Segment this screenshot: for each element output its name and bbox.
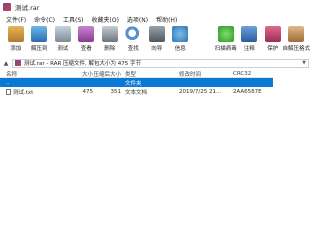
row-name: 测试.txt xyxy=(13,89,34,96)
list-item-parent-folder[interactable]: .. 文件夹 xyxy=(0,78,273,87)
protect-label: 保护 xyxy=(267,46,279,52)
archive-icon xyxy=(15,60,21,66)
row-crc: 2AA6587E xyxy=(233,88,262,95)
up-folder-button[interactable]: ▲ xyxy=(0,58,12,68)
wizard-label: 向导 xyxy=(151,46,163,52)
list-header: 名称 大小 压缩后大小 类型 修改时间 CRC32 xyxy=(0,70,273,78)
list-item-file[interactable]: 测试.txt 475 351 文本文档 2019/7/25 21... 2AA6… xyxy=(0,87,273,96)
comment-label: 注释 xyxy=(243,46,255,52)
info-button[interactable]: 信息 xyxy=(169,25,193,56)
row-size: 475 xyxy=(82,88,94,95)
row-packed: 351 xyxy=(110,88,122,95)
window-title: 测试.rar xyxy=(15,4,40,12)
protect-button[interactable]: 保护 xyxy=(261,25,285,56)
protect-icon xyxy=(264,26,281,42)
add-button[interactable]: 添加 xyxy=(4,25,28,56)
list-scroll-area xyxy=(273,70,310,218)
sfx-label: 自解压格式 xyxy=(282,46,311,52)
text-file-icon xyxy=(6,88,11,95)
test-label: 测试 xyxy=(57,46,69,52)
row-type: 文本文档 xyxy=(125,89,148,96)
comment-icon xyxy=(241,26,258,42)
sfx-button[interactable]: 自解压格式 xyxy=(282,25,311,56)
virus-scan-button[interactable]: 扫描病毒 xyxy=(214,25,238,56)
extract-to-button[interactable]: 解压到 xyxy=(28,25,52,56)
menu-help[interactable]: 帮助(H) xyxy=(156,15,177,24)
menu-bar: 文件(F) 命令(C) 工具(S) 收藏夹(O) 选项(N) 帮助(H) xyxy=(0,14,310,24)
comment-button[interactable]: 注释 xyxy=(238,25,262,56)
winrar-app-icon xyxy=(3,3,11,11)
address-field[interactable]: 测试.rar - RAR 压缩文件, 解包大小为 475 字节 ▼ xyxy=(12,58,309,68)
row-name-cell: 测试.txt xyxy=(0,88,66,96)
test-icon xyxy=(54,26,71,42)
info-icon xyxy=(172,26,189,42)
column-size[interactable]: 大小 xyxy=(66,70,93,78)
file-list: 名称 大小 压缩后大小 类型 修改时间 CRC32 .. 文件夹 测试.txt … xyxy=(0,70,273,218)
find-icon xyxy=(125,26,142,42)
delete-icon xyxy=(101,26,118,42)
row-modified: 2019/7/25 21... xyxy=(179,88,222,95)
column-crc32[interactable]: CRC32 xyxy=(233,71,267,77)
address-text: 测试.rar - RAR 压缩文件, 解包大小为 475 字节 xyxy=(24,61,142,67)
delete-button[interactable]: 删除 xyxy=(98,25,122,56)
virus-scan-icon xyxy=(217,26,234,42)
view-label: 查看 xyxy=(80,46,92,52)
view-icon xyxy=(78,26,95,42)
menu-tools[interactable]: 工具(S) xyxy=(63,15,84,24)
address-bar: ▲ 测试.rar - RAR 压缩文件, 解包大小为 475 字节 ▼ xyxy=(0,58,310,68)
add-icon xyxy=(7,26,24,42)
title-bar: 测试.rar xyxy=(0,0,310,14)
virus-scan-label: 扫描病毒 xyxy=(214,46,237,52)
find-button[interactable]: 查找 xyxy=(122,25,146,56)
test-button[interactable]: 测试 xyxy=(51,25,75,56)
delete-label: 删除 xyxy=(104,46,116,52)
menu-file[interactable]: 文件(F) xyxy=(6,15,26,24)
chevron-down-icon[interactable]: ▼ xyxy=(302,60,306,66)
row-name: .. xyxy=(6,79,10,86)
menu-favorites[interactable]: 收藏夹(O) xyxy=(92,15,119,24)
toolbar: 添加 解压到 测试 查看 删除 查找 向导 信息 扫描病毒 注释 保护 自解压格… xyxy=(0,25,310,56)
wizard-button[interactable]: 向导 xyxy=(145,25,169,56)
wizard-icon xyxy=(148,26,165,42)
row-type: 文件夹 xyxy=(125,80,142,87)
info-label: 信息 xyxy=(174,46,186,52)
extract-label: 解压到 xyxy=(30,46,48,52)
up-arrow-icon: ▲ xyxy=(3,59,9,67)
extract-icon xyxy=(31,26,48,42)
add-label: 添加 xyxy=(10,46,22,52)
column-type[interactable]: 类型 xyxy=(121,70,179,78)
menu-options[interactable]: 选项(N) xyxy=(127,15,148,24)
menu-commands[interactable]: 命令(C) xyxy=(34,15,55,24)
column-packed[interactable]: 压缩后大小 xyxy=(93,70,121,78)
column-name[interactable]: 名称 xyxy=(0,70,66,78)
column-modified[interactable]: 修改时间 xyxy=(179,70,233,78)
sfx-icon xyxy=(288,26,305,42)
find-label: 查找 xyxy=(127,46,139,52)
view-button[interactable]: 查看 xyxy=(75,25,99,56)
